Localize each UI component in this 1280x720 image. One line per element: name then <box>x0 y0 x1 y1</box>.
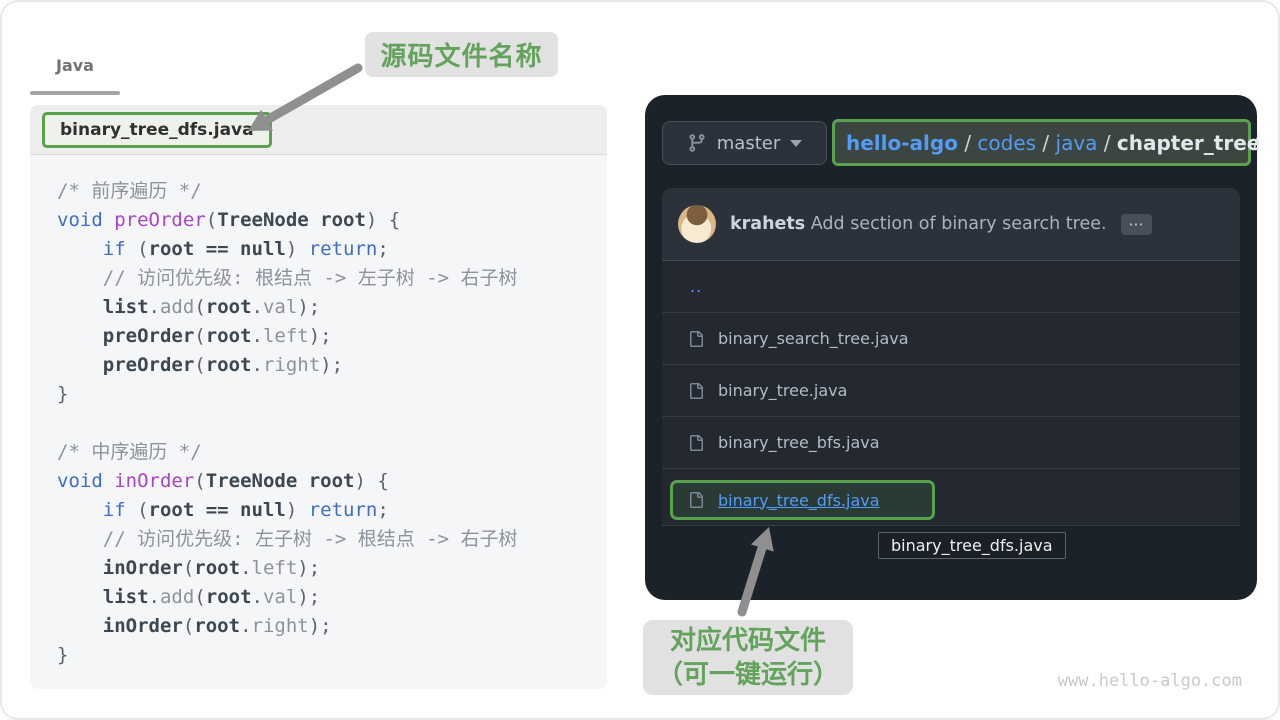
file-name-link[interactable]: binary_tree.java <box>718 381 847 400</box>
avatar[interactable] <box>678 205 716 243</box>
branch-name: master <box>717 133 780 154</box>
code-line: void inOrder(TreeNode root) { <box>57 467 599 496</box>
file-name-link[interactable]: binary_search_tree.java <box>718 329 909 348</box>
code-line: // 访问优先级: 左子树 -> 根结点 -> 右子树 <box>57 525 599 554</box>
latest-commit-row: krahets Add section of binary search tre… <box>662 188 1240 261</box>
source-filename-box: binary_tree_dfs.java <box>42 112 272 148</box>
breadcrumb: hello-algo / codes / java / chapter_tree <box>832 119 1251 166</box>
commit-message: krahets Add section of binary search tre… <box>730 214 1107 234</box>
code-block: /* 前序遍历 */void preOrder(TreeNode root) {… <box>30 155 607 670</box>
code-file-annotation: 对应代码文件 （可一键运行） <box>643 620 853 695</box>
breadcrumb-separator: / <box>1036 131 1055 155</box>
watermark: www.hello-algo.com <box>1058 671 1242 691</box>
breadcrumb-repo-link[interactable]: hello-algo <box>846 131 958 155</box>
code-line: } <box>57 380 599 409</box>
code-line: // 访问优先级: 根结点 -> 左子树 -> 右子树 <box>57 264 599 293</box>
code-line: list.add(root.val); <box>57 583 599 612</box>
tab-java[interactable]: Java <box>56 56 94 75</box>
git-branch-icon <box>687 133 707 153</box>
highlighted-file-row[interactable]: binary_tree_dfs.java <box>662 469 1240 526</box>
parent-directory-link[interactable]: .. <box>690 277 702 296</box>
annotation-line: 对应代码文件 <box>670 624 826 658</box>
code-editor-panel: binary_tree_dfs.java /* 前序遍历 */void preO… <box>30 105 607 689</box>
editor-header: binary_tree_dfs.java <box>30 105 607 155</box>
highlighted-file-link[interactable]: binary_tree_dfs.java <box>718 491 880 510</box>
file-icon <box>688 331 704 347</box>
github-file-browser: master hello-algo / codes / java / chapt… <box>645 95 1257 600</box>
annotation-line: （可一键运行） <box>657 658 839 692</box>
file-name-link[interactable]: binary_tree_bfs.java <box>718 433 880 452</box>
commit-author-link[interactable]: krahets <box>730 214 805 234</box>
caret-down-icon <box>790 140 802 147</box>
code-line: } <box>57 641 599 670</box>
code-line: if (root == null) return; <box>57 235 599 264</box>
file-row[interactable]: binary_search_tree.java <box>662 313 1240 365</box>
file-row[interactable]: binary_tree.java <box>662 365 1240 417</box>
code-line: preOrder(root.right); <box>57 351 599 380</box>
tab-java-underline <box>30 91 120 95</box>
code-line: /* 中序遍历 */ <box>57 438 599 467</box>
branch-selector-button[interactable]: master <box>662 121 827 165</box>
code-line: void preOrder(TreeNode root) { <box>57 206 599 235</box>
commit-ellipsis-button[interactable]: ⋯ <box>1121 214 1152 235</box>
breadcrumb-separator: / <box>958 131 977 155</box>
code-line: /* 前序遍历 */ <box>57 177 599 206</box>
file-row[interactable]: binary_tree_bfs.java <box>662 417 1240 469</box>
commit-message-text[interactable]: Add section of binary search tree. <box>805 214 1106 234</box>
filename-tooltip: binary_tree_dfs.java <box>878 532 1066 559</box>
file-table: krahets Add section of binary search tre… <box>662 188 1240 526</box>
breadcrumb-codes-link[interactable]: codes <box>977 131 1036 155</box>
file-icon <box>688 492 704 508</box>
code-line: inOrder(root.right); <box>57 612 599 641</box>
code-line: preOrder(root.left); <box>57 322 599 351</box>
file-icon <box>688 435 704 451</box>
breadcrumb-separator: / <box>1097 131 1116 155</box>
highlighted-file-box[interactable]: binary_tree_dfs.java <box>670 480 935 520</box>
breadcrumb-trailing-slash: / <box>1253 129 1260 153</box>
file-icon <box>688 383 704 399</box>
breadcrumb-current-dir: chapter_tree <box>1117 131 1260 155</box>
parent-directory-row[interactable]: .. <box>662 261 1240 313</box>
code-line <box>57 409 599 438</box>
breadcrumb-java-link[interactable]: java <box>1056 131 1098 155</box>
code-line: list.add(root.val); <box>57 293 599 322</box>
code-line: inOrder(root.left); <box>57 554 599 583</box>
source-filename-annotation: 源码文件名称 <box>365 32 558 77</box>
code-line: if (root == null) return; <box>57 496 599 525</box>
